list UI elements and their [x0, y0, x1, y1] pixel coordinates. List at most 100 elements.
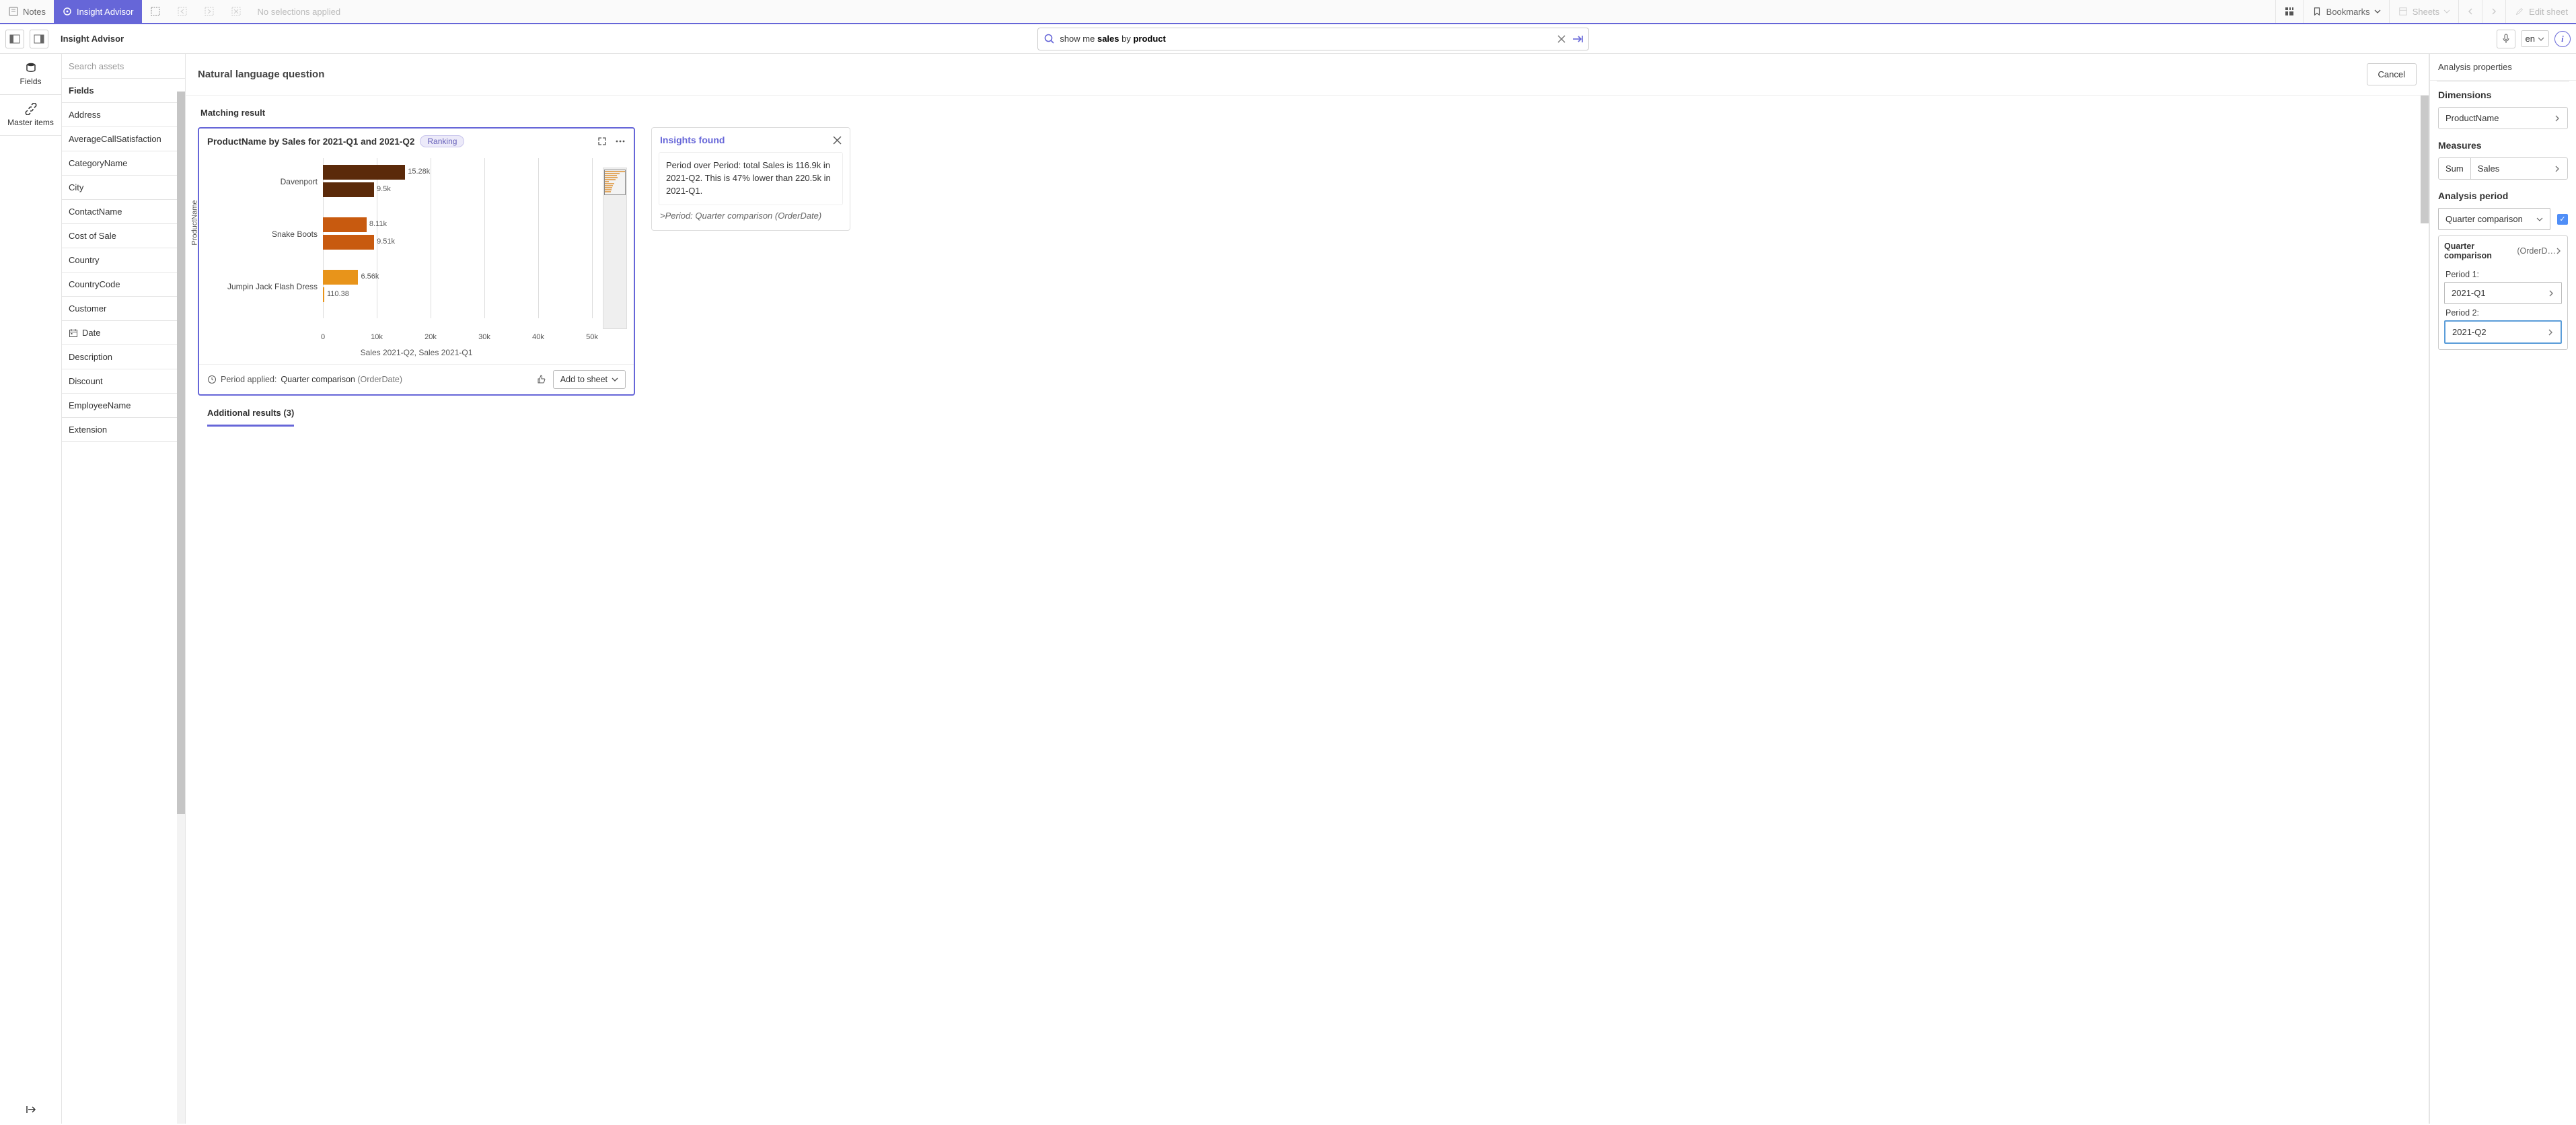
field-item[interactable]: Cost of Sale [62, 224, 185, 248]
insight-label: Insight Advisor [77, 7, 134, 17]
x-tick: 40k [532, 333, 544, 341]
bar-value-label: 9.51k [377, 238, 395, 246]
field-item[interactable]: Country [62, 248, 185, 273]
collapse-button[interactable] [16, 1095, 46, 1124]
analysis-period-header: Analysis period [2438, 190, 2568, 201]
chart-card: ProductName by Sales for 2021-Q1 and 202… [198, 127, 635, 396]
chevron-right-icon [2554, 165, 2561, 173]
insights-card: Insights found Period over Period: total… [651, 127, 850, 231]
ranking-badge: Ranking [420, 135, 464, 147]
fields-list: AddressAverageCallSatisfactionCategoryNa… [62, 103, 185, 1124]
field-item[interactable]: Date [62, 321, 185, 345]
period-detail-row[interactable]: Quarter comparison (OrderD… [2444, 242, 2562, 260]
insight-advisor-button[interactable]: Insight Advisor [54, 0, 142, 23]
center-header: Natural language question Cancel [186, 54, 2429, 96]
right-panel-toggle[interactable] [30, 30, 48, 48]
database-icon [25, 62, 37, 74]
measure-pill[interactable]: Sum Sales [2438, 157, 2568, 180]
info-button[interactable]: i [2554, 31, 2571, 47]
bookmarks-button[interactable]: Bookmarks [2303, 0, 2389, 23]
thumbs-button[interactable] [536, 374, 546, 385]
second-toolbar: Insight Advisor show me sales by product… [0, 24, 2576, 54]
field-item[interactable]: Extension [62, 418, 185, 442]
bar[interactable]: 8.11k [323, 217, 367, 232]
clock-icon [207, 375, 217, 384]
grid-button[interactable] [2275, 0, 2303, 23]
clear-search-button[interactable] [1557, 35, 1566, 43]
matching-label: Matching result [198, 104, 2417, 127]
notes-button[interactable]: Notes [0, 0, 54, 23]
bar-value-label: 110.38 [327, 290, 349, 298]
measures-header: Measures [2438, 140, 2568, 151]
leftnav-master-items[interactable]: Master items [0, 95, 61, 136]
field-item[interactable]: AverageCallSatisfaction [62, 127, 185, 151]
fields-scrollbar[interactable] [177, 92, 185, 1124]
field-item[interactable]: Discount [62, 369, 185, 394]
additional-results-tab[interactable]: Additional results (3) [207, 408, 294, 427]
notes-icon [8, 6, 19, 17]
submit-search-button[interactable] [1572, 34, 1583, 44]
bar[interactable]: 6.56k [323, 270, 358, 285]
fields-search-input[interactable]: Search assets [62, 54, 185, 79]
main-area: Fields Master items Search assets Fields… [0, 54, 2576, 1124]
bar[interactable]: 9.51k [323, 235, 374, 250]
leftnav-fields[interactable]: Fields [0, 54, 61, 95]
period2-select[interactable]: 2021-Q2 [2444, 320, 2562, 344]
chart-minimap[interactable] [603, 168, 627, 329]
edit-sheet-button[interactable]: Edit sheet [2505, 0, 2576, 23]
step-fwd-icon [204, 6, 215, 17]
field-item[interactable]: EmployeeName [62, 394, 185, 418]
cancel-button[interactable]: Cancel [2367, 63, 2417, 85]
expand-button[interactable] [597, 137, 607, 146]
field-item[interactable]: CategoryName [62, 151, 185, 176]
bar[interactable]: 110.38 [323, 287, 324, 302]
bar[interactable]: 15.28k [323, 165, 405, 180]
bar-value-label: 6.56k [361, 273, 379, 281]
grid-icon [2284, 6, 2295, 17]
period-applied-value: Quarter comparison (OrderDate) [281, 375, 402, 384]
sheets-button[interactable]: Sheets [2389, 0, 2458, 23]
field-item[interactable]: Description [62, 345, 185, 369]
chart-body[interactable]: ProductName Davenport15.28k9.5kSnake Boo… [199, 154, 634, 364]
clear-icon [231, 6, 242, 17]
sheets-icon [2398, 6, 2408, 17]
calendar-icon [69, 328, 78, 338]
close-insights-button[interactable] [833, 136, 842, 145]
bookmark-icon [2312, 6, 2322, 17]
dimension-pill[interactable]: ProductName [2438, 107, 2568, 129]
period1-label: Period 1: [2444, 266, 2562, 282]
category-label: Jumpin Jack Flash Dress [210, 282, 318, 291]
language-selector[interactable]: en [2521, 30, 2549, 47]
period-checkbox[interactable]: ✓ [2557, 214, 2568, 225]
step-back-button[interactable] [169, 0, 196, 23]
fields-header: Fields [62, 79, 185, 103]
step-fwd-button[interactable] [196, 0, 223, 23]
field-item[interactable]: Customer [62, 297, 185, 321]
chevron-right-icon [2556, 247, 2562, 255]
next-sheet-button[interactable] [2482, 0, 2505, 23]
nlq-label: Natural language question [198, 69, 324, 80]
field-item[interactable]: City [62, 176, 185, 200]
voice-button[interactable] [2497, 30, 2515, 48]
field-item[interactable]: Address [62, 103, 185, 127]
add-to-sheet-button[interactable]: Add to sheet [553, 370, 626, 389]
clear-selections-button[interactable] [223, 0, 250, 23]
period-type-select[interactable]: Quarter comparison [2438, 208, 2550, 230]
properties-panel: Analysis properties Dimensions ProductNa… [2429, 54, 2576, 1124]
left-panel-toggle[interactable] [5, 30, 24, 48]
prev-sheet-button[interactable] [2458, 0, 2482, 23]
smart-select-button[interactable] [142, 0, 169, 23]
no-selections-label: No selections applied [250, 0, 349, 23]
field-item[interactable]: CountryCode [62, 273, 185, 297]
fields-panel: Search assets Fields AddressAverageCallS… [62, 54, 186, 1124]
x-axis-label: Sales 2021-Q2, Sales 2021-Q1 [206, 344, 627, 357]
period1-select[interactable]: 2021-Q1 [2444, 282, 2562, 304]
x-tick: 50k [586, 333, 598, 341]
step-back-icon [177, 6, 188, 17]
more-button[interactable] [615, 137, 626, 146]
properties-title: Analysis properties [2430, 54, 2576, 81]
bar[interactable]: 9.5k [323, 182, 374, 197]
field-item[interactable]: ContactName [62, 200, 185, 224]
center-scrollbar[interactable] [2421, 96, 2429, 713]
search-input[interactable]: show me sales by product [1037, 28, 1589, 50]
